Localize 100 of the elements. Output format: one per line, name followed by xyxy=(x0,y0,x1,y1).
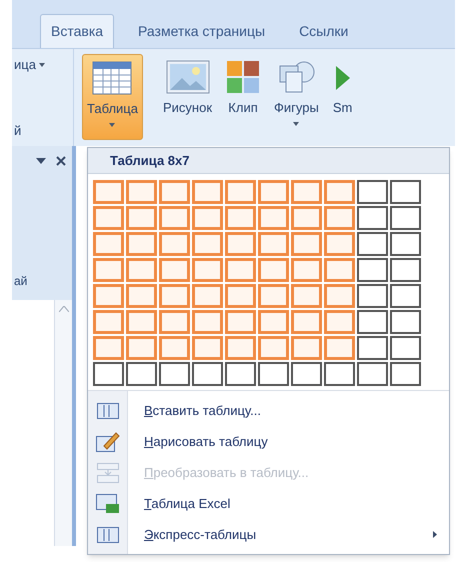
table-grid-cell[interactable] xyxy=(192,180,223,204)
ribbon-button[interactable]: Sm xyxy=(328,54,356,140)
table-grid-cell[interactable] xyxy=(357,180,388,204)
table-grid-cell[interactable] xyxy=(225,336,256,360)
table-grid-cell[interactable] xyxy=(258,336,289,360)
table-grid-cell[interactable] xyxy=(291,258,322,282)
menu-item[interactable]: Нарисовать таблицу xyxy=(88,426,449,457)
table-grid-cell[interactable] xyxy=(258,310,289,334)
table-grid-cell[interactable] xyxy=(324,284,355,308)
table-grid-cell[interactable] xyxy=(390,232,421,256)
ribbon-tab[interactable]: Ссылки xyxy=(289,14,358,48)
table-grid-cell[interactable] xyxy=(159,362,190,386)
table-grid-cell[interactable] xyxy=(258,258,289,282)
table-grid-cell[interactable] xyxy=(390,336,421,360)
table-grid-cell[interactable] xyxy=(258,362,289,386)
table-grid-cell[interactable] xyxy=(192,284,223,308)
table-grid-cell[interactable] xyxy=(324,206,355,230)
table-grid-cell[interactable] xyxy=(126,336,157,360)
table-grid-cell[interactable] xyxy=(159,284,190,308)
ribbon-button[interactable]: Рисунок xyxy=(158,54,216,140)
table-grid-cell[interactable] xyxy=(93,336,124,360)
table-grid-cell[interactable] xyxy=(225,284,256,308)
ribbon-button[interactable]: Клип xyxy=(222,54,264,140)
table-grid-cell[interactable] xyxy=(258,232,289,256)
menu-item[interactable]: Вставить таблицу... xyxy=(88,395,449,426)
table-grid-cell[interactable] xyxy=(93,206,124,230)
table-grid-cell[interactable] xyxy=(324,232,355,256)
table-grid-cell[interactable] xyxy=(126,206,157,230)
scroll-up-icon[interactable] xyxy=(58,306,68,312)
clip-art-icon xyxy=(226,60,260,94)
table-grid-cell[interactable] xyxy=(390,362,421,386)
table-grid-cell[interactable] xyxy=(192,362,223,386)
table-grid-cell[interactable] xyxy=(291,336,322,360)
table-grid-cell[interactable] xyxy=(126,180,157,204)
table-grid-cell[interactable] xyxy=(324,336,355,360)
menu-item[interactable]: Экспресс-таблицы xyxy=(88,519,449,550)
table-grid-cell[interactable] xyxy=(390,284,421,308)
table-grid-cell[interactable] xyxy=(225,310,256,334)
table-grid-cell[interactable] xyxy=(357,284,388,308)
table-grid-cell[interactable] xyxy=(126,310,157,334)
table-grid-cell[interactable] xyxy=(390,258,421,282)
table-grid-cell[interactable] xyxy=(357,336,388,360)
table-grid-cell[interactable] xyxy=(159,310,190,334)
table-grid-cell[interactable] xyxy=(390,206,421,230)
close-icon[interactable] xyxy=(56,156,66,166)
table-grid-cell[interactable] xyxy=(324,258,355,282)
ribbon-tab[interactable]: Вставка xyxy=(40,14,114,48)
convert-table-icon xyxy=(97,462,119,482)
table-grid-cell[interactable] xyxy=(291,310,322,334)
table-grid-cell[interactable] xyxy=(291,180,322,204)
table-grid-cell[interactable] xyxy=(126,362,157,386)
table-grid-cell[interactable] xyxy=(159,258,190,282)
table-grid-cell[interactable] xyxy=(225,180,256,204)
table-grid-cell[interactable] xyxy=(192,258,223,282)
table-grid-cell[interactable] xyxy=(192,232,223,256)
table-grid-cell[interactable] xyxy=(225,232,256,256)
table-grid-cell[interactable] xyxy=(93,258,124,282)
table-grid-cell[interactable] xyxy=(159,180,190,204)
table-grid-cell[interactable] xyxy=(192,310,223,334)
table-grid-cell[interactable] xyxy=(324,362,355,386)
table-grid-cell[interactable] xyxy=(324,310,355,334)
table-grid-cell[interactable] xyxy=(93,180,124,204)
menu-title: Таблица 8x7 xyxy=(110,152,190,170)
table-grid-cell[interactable] xyxy=(93,232,124,256)
table-grid-cell[interactable] xyxy=(357,362,388,386)
ribbon-button[interactable]: Таблица xyxy=(82,54,143,140)
table-grid-cell[interactable] xyxy=(93,310,124,334)
table-grid-cell[interactable] xyxy=(192,336,223,360)
table-grid-cell[interactable] xyxy=(225,258,256,282)
table-grid-cell[interactable] xyxy=(291,232,322,256)
table-grid-cell[interactable] xyxy=(225,206,256,230)
table-grid-cell[interactable] xyxy=(159,232,190,256)
table-grid-cell[interactable] xyxy=(126,258,157,282)
table-grid-cell[interactable] xyxy=(159,336,190,360)
table-grid-cell[interactable] xyxy=(357,258,388,282)
ribbon-group-label[interactable]: ица xyxy=(14,55,36,74)
table-grid-cell[interactable] xyxy=(93,284,124,308)
ribbon-tab[interactable]: Разметка страницы xyxy=(128,14,276,48)
table-grid-cell[interactable] xyxy=(324,180,355,204)
table-grid-cell[interactable] xyxy=(258,284,289,308)
table-grid-cell[interactable] xyxy=(390,180,421,204)
table-grid-cell[interactable] xyxy=(225,362,256,386)
table-grid-cell[interactable] xyxy=(291,284,322,308)
table-grid-cell[interactable] xyxy=(192,206,223,230)
landscape-picture-icon xyxy=(166,60,210,94)
table-grid-cell[interactable] xyxy=(357,310,388,334)
table-grid-cell[interactable] xyxy=(357,206,388,230)
ribbon-button[interactable]: Фигуры xyxy=(270,54,323,140)
dropdown-arrow-icon[interactable] xyxy=(36,158,46,164)
table-grid-cell[interactable] xyxy=(291,362,322,386)
table-grid-cell[interactable] xyxy=(258,180,289,204)
table-grid-cell[interactable] xyxy=(357,232,388,256)
table-grid-cell[interactable] xyxy=(291,206,322,230)
table-grid-cell[interactable] xyxy=(159,206,190,230)
table-grid-cell[interactable] xyxy=(390,310,421,334)
table-grid-cell[interactable] xyxy=(126,232,157,256)
menu-item[interactable]: Таблица Excel xyxy=(88,488,449,519)
table-grid-cell[interactable] xyxy=(126,284,157,308)
table-grid-cell[interactable] xyxy=(258,206,289,230)
table-grid-cell[interactable] xyxy=(93,362,124,386)
